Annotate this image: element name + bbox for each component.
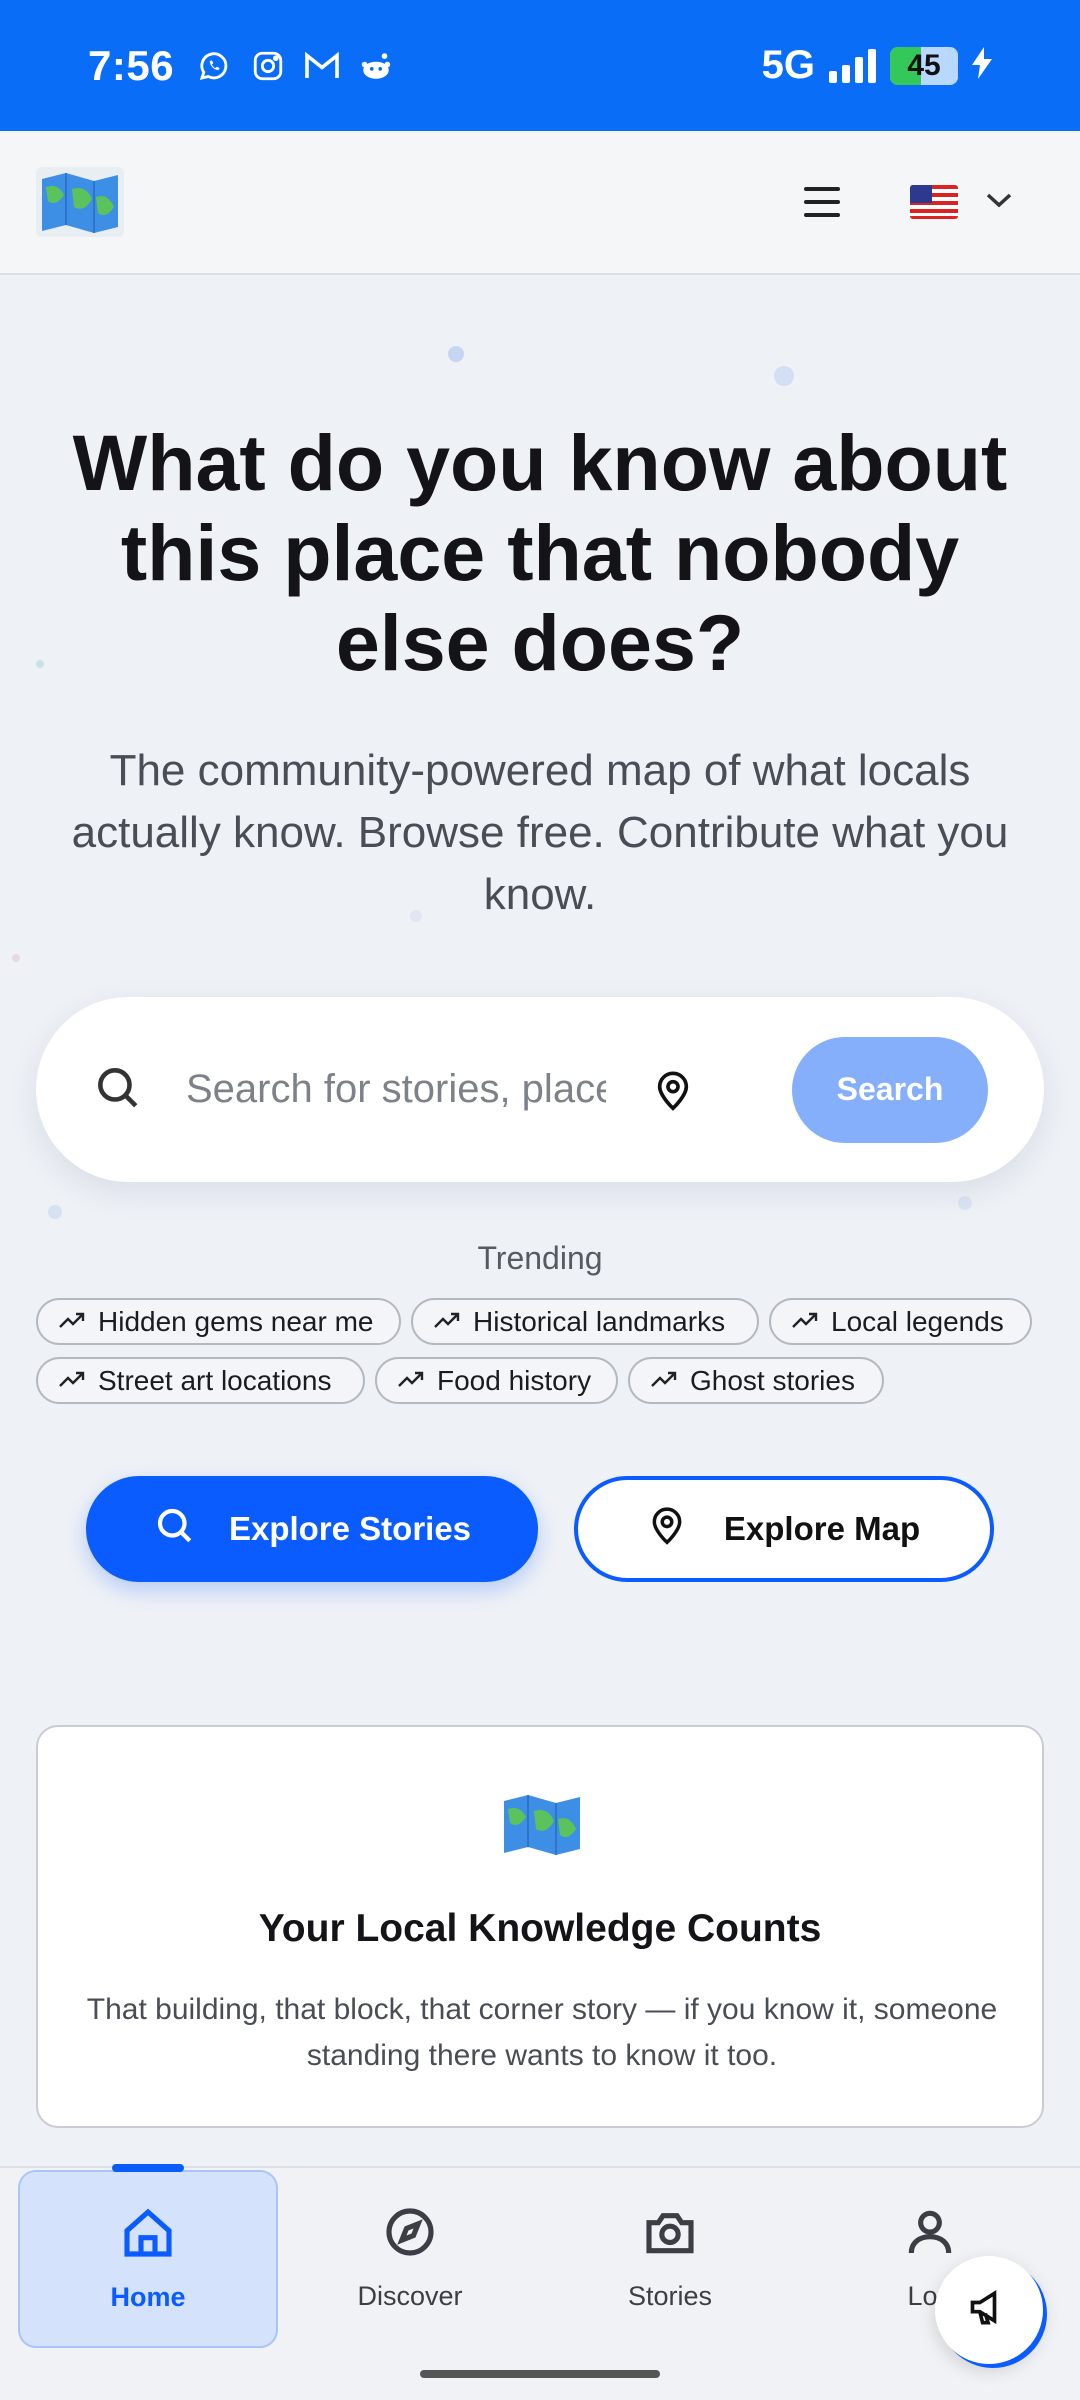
home-indicator[interactable] xyxy=(420,2370,660,2378)
reddit-icon xyxy=(358,48,394,84)
app-header xyxy=(0,131,1080,275)
bottom-nav: Home Discover Stories Log xyxy=(0,2166,1080,2400)
trending-chip[interactable]: Street art locations xyxy=(36,1357,365,1404)
home-icon xyxy=(120,2205,176,2268)
chevron-down-icon xyxy=(984,190,1014,215)
local-knowledge-card: Your Local Knowledge Counts That buildin… xyxy=(36,1725,1044,2128)
nav-stories[interactable]: Stories xyxy=(540,2168,800,2348)
decor-dot xyxy=(448,346,464,362)
trending-chip[interactable]: Ghost stories xyxy=(628,1357,884,1404)
location-pin-icon[interactable] xyxy=(648,1065,698,1115)
search-bar: Search xyxy=(36,997,1044,1182)
decor-dot xyxy=(958,1196,972,1210)
gmail-icon xyxy=(304,48,340,84)
explore-stories-button[interactable]: Explore Stories xyxy=(86,1476,538,1582)
megaphone-icon xyxy=(967,2286,1011,2335)
map-logo-icon[interactable] xyxy=(36,167,124,237)
trending-up-icon xyxy=(397,1365,427,1397)
card-text: That building, that block, that corner s… xyxy=(86,1993,998,2072)
trending-chips: Hidden gems near me Historical landmarks… xyxy=(36,1298,1056,1404)
nav-home[interactable]: Home xyxy=(18,2170,278,2348)
hero-title: What do you know about this place that n… xyxy=(72,418,1008,687)
notification-icons xyxy=(196,48,394,84)
search-input[interactable] xyxy=(186,1067,606,1112)
explore-stories-label: Explore Stories xyxy=(228,1510,472,1547)
explore-map-button[interactable]: Explore Map xyxy=(574,1476,994,1582)
trending-chip-label: Hidden gems near me xyxy=(98,1305,374,1337)
status-time: 7:56 xyxy=(88,41,175,89)
explore-map-label: Explore Map xyxy=(723,1510,921,1547)
network-type: 5G xyxy=(761,43,815,87)
compass-icon xyxy=(382,2204,438,2267)
hamburger-menu-icon[interactable] xyxy=(804,187,840,217)
decor-dot xyxy=(774,366,794,386)
trending-up-icon xyxy=(791,1306,821,1338)
trending-chip[interactable]: Local legends xyxy=(769,1298,1032,1345)
nav-label: Home xyxy=(110,2282,186,2312)
status-right: 5G 45 xyxy=(762,43,992,88)
trending-up-icon xyxy=(433,1306,463,1338)
whatsapp-icon xyxy=(196,48,232,84)
language-selector[interactable] xyxy=(910,185,1014,219)
trending-up-icon xyxy=(58,1365,88,1397)
trending-chip[interactable]: Historical landmarks xyxy=(411,1298,759,1345)
trending-up-icon xyxy=(650,1365,680,1397)
location-pin-icon xyxy=(648,1504,686,1554)
nav-label: Stories xyxy=(627,2281,713,2311)
feedback-button[interactable] xyxy=(935,2256,1043,2364)
trending-chip-label: Ghost stories xyxy=(690,1364,855,1396)
us-flag-icon xyxy=(910,185,958,219)
active-tab-indicator xyxy=(112,2164,184,2172)
trending-chip-label: Historical landmarks xyxy=(473,1305,726,1337)
trending-chip-label: Street art locations xyxy=(98,1364,332,1396)
battery-icon: 45 xyxy=(890,46,958,85)
trending-chip[interactable]: Hidden gems near me xyxy=(36,1298,401,1345)
card-title: Your Local Knowledge Counts xyxy=(258,1907,822,1950)
search-icon xyxy=(153,1504,195,1554)
nav-label: Discover xyxy=(357,2281,463,2311)
decor-dot xyxy=(48,1205,62,1219)
signal-icon xyxy=(829,48,876,83)
trending-chip[interactable]: Food history xyxy=(375,1357,618,1404)
camera-icon xyxy=(642,2204,698,2267)
nav-discover[interactable]: Discover xyxy=(280,2168,540,2348)
trending-chip-label: Local legends xyxy=(831,1305,1004,1337)
hero-subtitle: The community-powered map of what locals… xyxy=(71,746,1009,919)
search-button[interactable]: Search xyxy=(792,1036,988,1143)
search-icon xyxy=(92,1062,142,1117)
battery-percent: 45 xyxy=(907,48,941,82)
decor-dot xyxy=(12,954,20,962)
map-icon xyxy=(498,1789,586,1859)
instagram-icon xyxy=(250,48,286,84)
user-icon xyxy=(902,2204,958,2267)
trending-up-icon xyxy=(58,1306,88,1338)
status-bar: 7:56 5G 45 xyxy=(0,0,1080,131)
trending-chip-label: Food history xyxy=(437,1364,592,1396)
trending-label: Trending xyxy=(477,1240,603,1276)
charging-icon xyxy=(972,47,992,84)
